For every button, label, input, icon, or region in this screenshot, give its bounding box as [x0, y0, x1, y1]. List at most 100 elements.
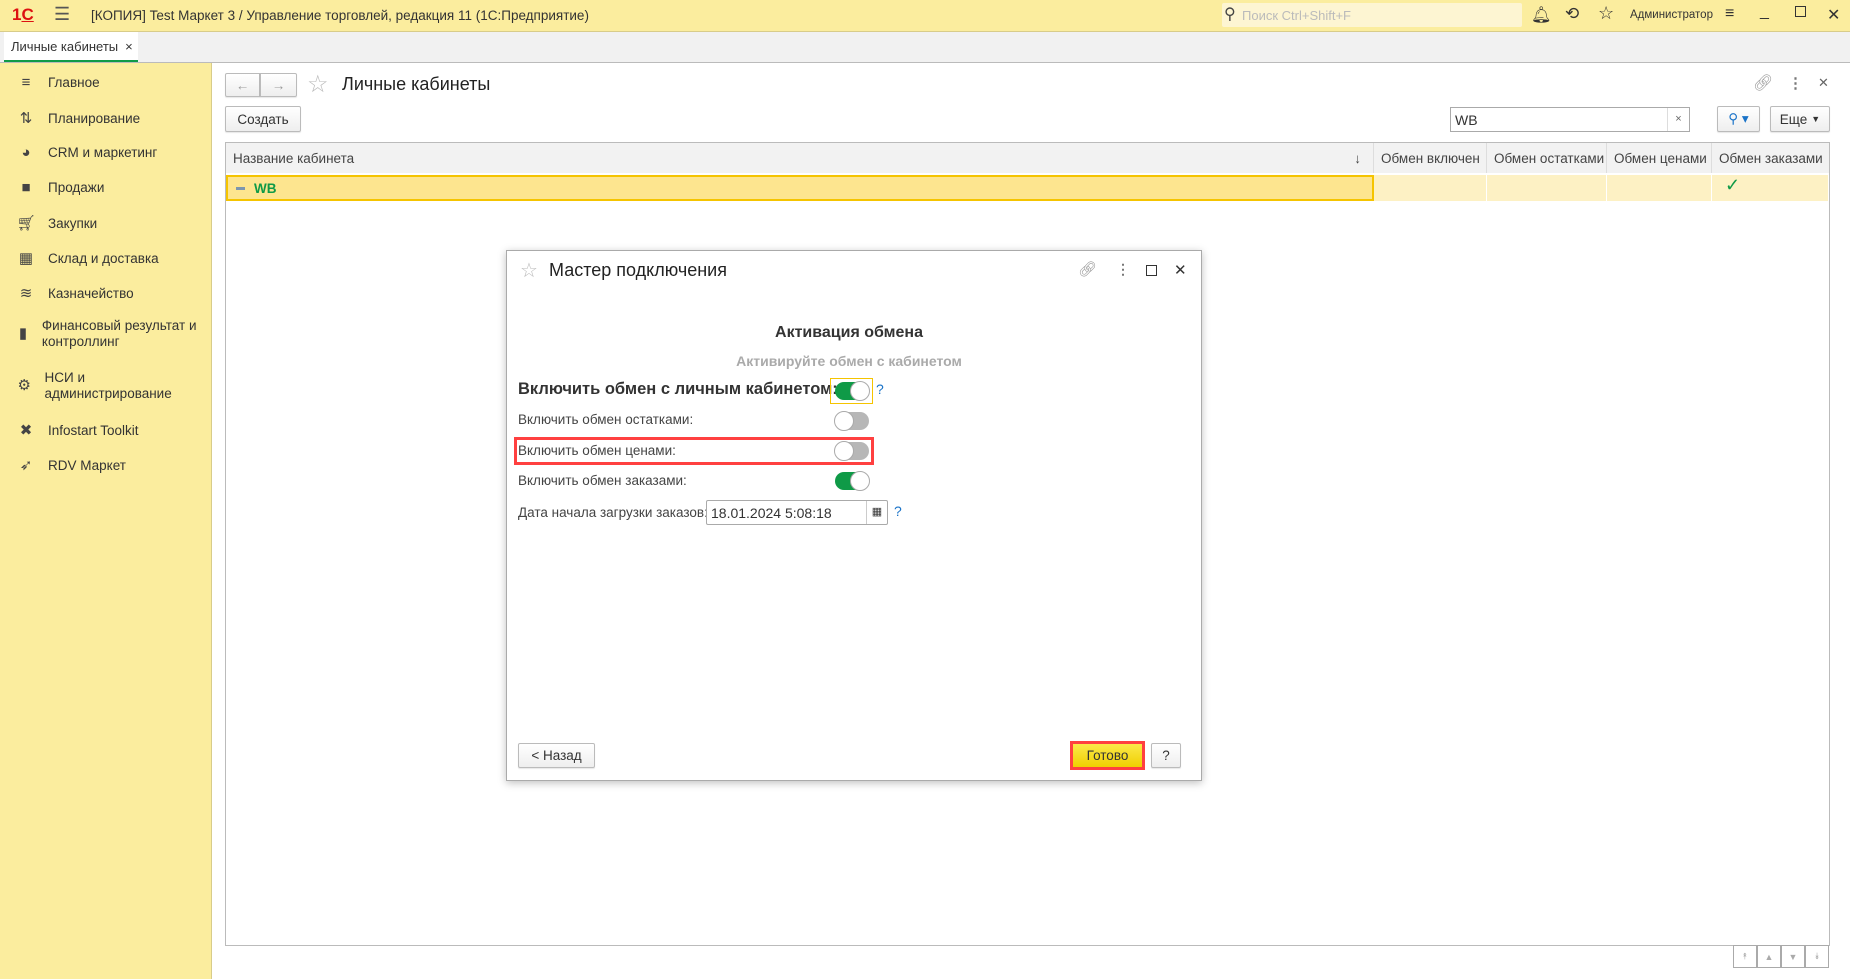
global-search[interactable]: ⚲ Поиск Ctrl+Shift+F	[1222, 3, 1522, 27]
close-icon[interactable]: ✕	[1827, 5, 1840, 25]
help-icon[interactable]: ?	[894, 503, 902, 519]
forward-button[interactable]: →	[260, 73, 297, 97]
clear-search-icon[interactable]: ×	[1667, 108, 1689, 131]
window-title: [КОПИЯ] Test Маркет 3 / Управление торго…	[91, 8, 589, 23]
column-label: Обмен включен	[1381, 150, 1480, 166]
sidebar-item-finance[interactable]: ▮ Финансовый результат и контроллинг	[16, 318, 206, 350]
date-label: Дата начала загрузки заказов:	[518, 505, 708, 520]
more-button[interactable]: Еще ▼	[1770, 106, 1830, 132]
page-title: Личные кабинеты	[342, 74, 491, 94]
help-button[interactable]: ?	[1151, 743, 1181, 768]
table-row[interactable]: WB	[226, 175, 1374, 201]
prices-toggle-label: Включить обмен ценами:	[518, 443, 676, 458]
sidebar-item-infostart[interactable]: ✖ Infostart Toolkit	[16, 421, 139, 439]
orders-exchange-toggle[interactable]	[835, 471, 870, 491]
history-icon[interactable]: ⟲	[1565, 4, 1579, 24]
dialog-heading: Активация обмена	[775, 324, 923, 341]
orders-start-date-input[interactable]: 18.01.2024 5:08:18 ▦	[706, 500, 888, 525]
scroll-top-button[interactable]: ⯭	[1733, 945, 1757, 968]
cart-icon: 🛒︎	[16, 215, 36, 232]
sidebar-label: Infostart Toolkit	[48, 422, 139, 438]
search-value: WB	[1455, 112, 1478, 128]
group-icon	[236, 186, 245, 190]
user-name[interactable]: Администратор	[1630, 9, 1713, 21]
star-icon[interactable]: ☆	[1598, 3, 1614, 24]
sidebar-item-rdv[interactable]: ➶ RDV Маркет	[16, 456, 126, 474]
sidebar-label: Финансовый результат и контроллинг	[41, 318, 197, 349]
back-button[interactable]: < Назад	[518, 743, 595, 768]
link-icon[interactable]: 🔗︎	[1753, 73, 1773, 93]
planning-icon: ⇅	[19, 110, 33, 127]
rocket-icon: ➶	[19, 457, 33, 474]
stock-exchange-toggle[interactable]	[834, 411, 869, 431]
bar-chart-icon: ▮	[18, 325, 28, 342]
column-header-prices[interactable]: Обмен ценами	[1607, 143, 1712, 173]
stock-toggle-label: Включить обмен остатками:	[518, 412, 694, 427]
1c-logo: 1С	[12, 5, 34, 24]
column-header-enabled[interactable]: Обмен включен	[1374, 143, 1487, 173]
tab-lichnye-kabinety[interactable]: Личные кабинеты ×	[4, 32, 138, 62]
more-icon[interactable]: ⋮	[1116, 261, 1130, 278]
main-exchange-toggle[interactable]	[835, 381, 870, 401]
column-label: Обмен заказами	[1719, 150, 1823, 166]
scroll-up-button[interactable]: ▲	[1757, 945, 1781, 968]
create-button[interactable]: Создать	[225, 106, 301, 132]
done-button[interactable]: Готово	[1070, 741, 1145, 770]
sidebar-label: Планирование	[48, 110, 141, 126]
date-value: 18.01.2024 5:08:18	[711, 505, 832, 521]
cell-orders: ✓	[1712, 175, 1829, 201]
chevron-down-icon: ▼	[1811, 114, 1821, 124]
cell-prices	[1607, 175, 1712, 201]
tab-label: Личные кабинеты	[11, 38, 119, 54]
column-header-orders[interactable]: Обмен заказами	[1712, 143, 1829, 173]
sidebar-label: Склад и доставка	[48, 250, 159, 266]
search-icon: ⚲ ▾	[1728, 111, 1749, 126]
sidebar-item-main[interactable]: ≡ Главное	[16, 74, 100, 91]
sidebar-item-purchases[interactable]: 🛒︎ Закупки	[16, 214, 97, 232]
sidebar-label: Казначейство	[48, 285, 134, 301]
menu-icon: ≡	[21, 74, 31, 91]
help-icon[interactable]: ?	[876, 381, 884, 397]
sidebar-item-admin[interactable]: ⚙ НСИ и администрирование	[16, 370, 186, 402]
sort-desc-icon: ↓	[1354, 150, 1361, 166]
maximize-icon[interactable]	[1795, 6, 1806, 17]
settings-menu-icon[interactable]: ≡	[1725, 5, 1734, 23]
sidebar-label: CRM и маркетинг	[48, 145, 158, 160]
sidebar-item-planning[interactable]: ⇅ Планирование	[16, 109, 140, 127]
close-icon[interactable]: ✕	[1174, 261, 1187, 279]
favorite-star-icon[interactable]: ☆	[520, 258, 538, 283]
form-close-icon[interactable]: ✕	[1818, 75, 1829, 91]
sidebar-item-warehouse[interactable]: ▦ Склад и доставка	[16, 249, 159, 267]
dialog-subheading: Активируйте обмен с кабинетом	[736, 353, 962, 369]
scroll-bottom-button[interactable]: ⯯	[1805, 945, 1829, 968]
back-button[interactable]: ←	[225, 73, 260, 97]
search-input[interactable]: WB ×	[1450, 107, 1690, 132]
link-icon[interactable]: 🔗︎	[1078, 260, 1097, 278]
column-header-stock[interactable]: Обмен остатками	[1487, 143, 1607, 173]
sidebar-item-treasury[interactable]: ≋ Казначейство	[16, 284, 134, 302]
maximize-icon[interactable]	[1146, 265, 1157, 276]
scroll-down-button[interactable]: ▼	[1781, 945, 1805, 968]
favorite-star-icon[interactable]: ☆	[307, 70, 329, 99]
calendar-icon[interactable]: ▦	[866, 501, 887, 524]
minimize-icon[interactable]: _	[1760, 3, 1769, 21]
prices-exchange-toggle[interactable]	[834, 441, 869, 461]
dialog-title: Мастер подключения	[549, 260, 727, 280]
more-icon[interactable]: ⋮	[1788, 74, 1803, 92]
menu-icon[interactable]: ☰	[54, 4, 70, 25]
column-label: Обмен ценами	[1614, 150, 1707, 166]
tab-close-icon[interactable]: ×	[125, 39, 133, 54]
gear-icon: ⚙	[17, 377, 31, 394]
bell-icon[interactable]: 🔔︎	[1531, 5, 1551, 25]
coins-icon: ≋	[19, 285, 33, 302]
sidebar-item-sales[interactable]: ■ Продажи	[16, 179, 104, 196]
cell-stock	[1487, 175, 1607, 201]
tab-bar: Личные кабинеты ×	[0, 32, 1850, 63]
bag-icon: ■	[21, 179, 31, 196]
more-label: Еще	[1779, 111, 1808, 127]
search-button[interactable]: ⚲ ▾	[1717, 106, 1760, 132]
check-icon: ✓	[1725, 175, 1741, 195]
sidebar-item-crm[interactable]: ◕ CRM и маркетинг	[16, 144, 157, 161]
cell-enabled	[1374, 175, 1487, 201]
column-header-name[interactable]: Название кабинета ↓	[226, 143, 1374, 173]
